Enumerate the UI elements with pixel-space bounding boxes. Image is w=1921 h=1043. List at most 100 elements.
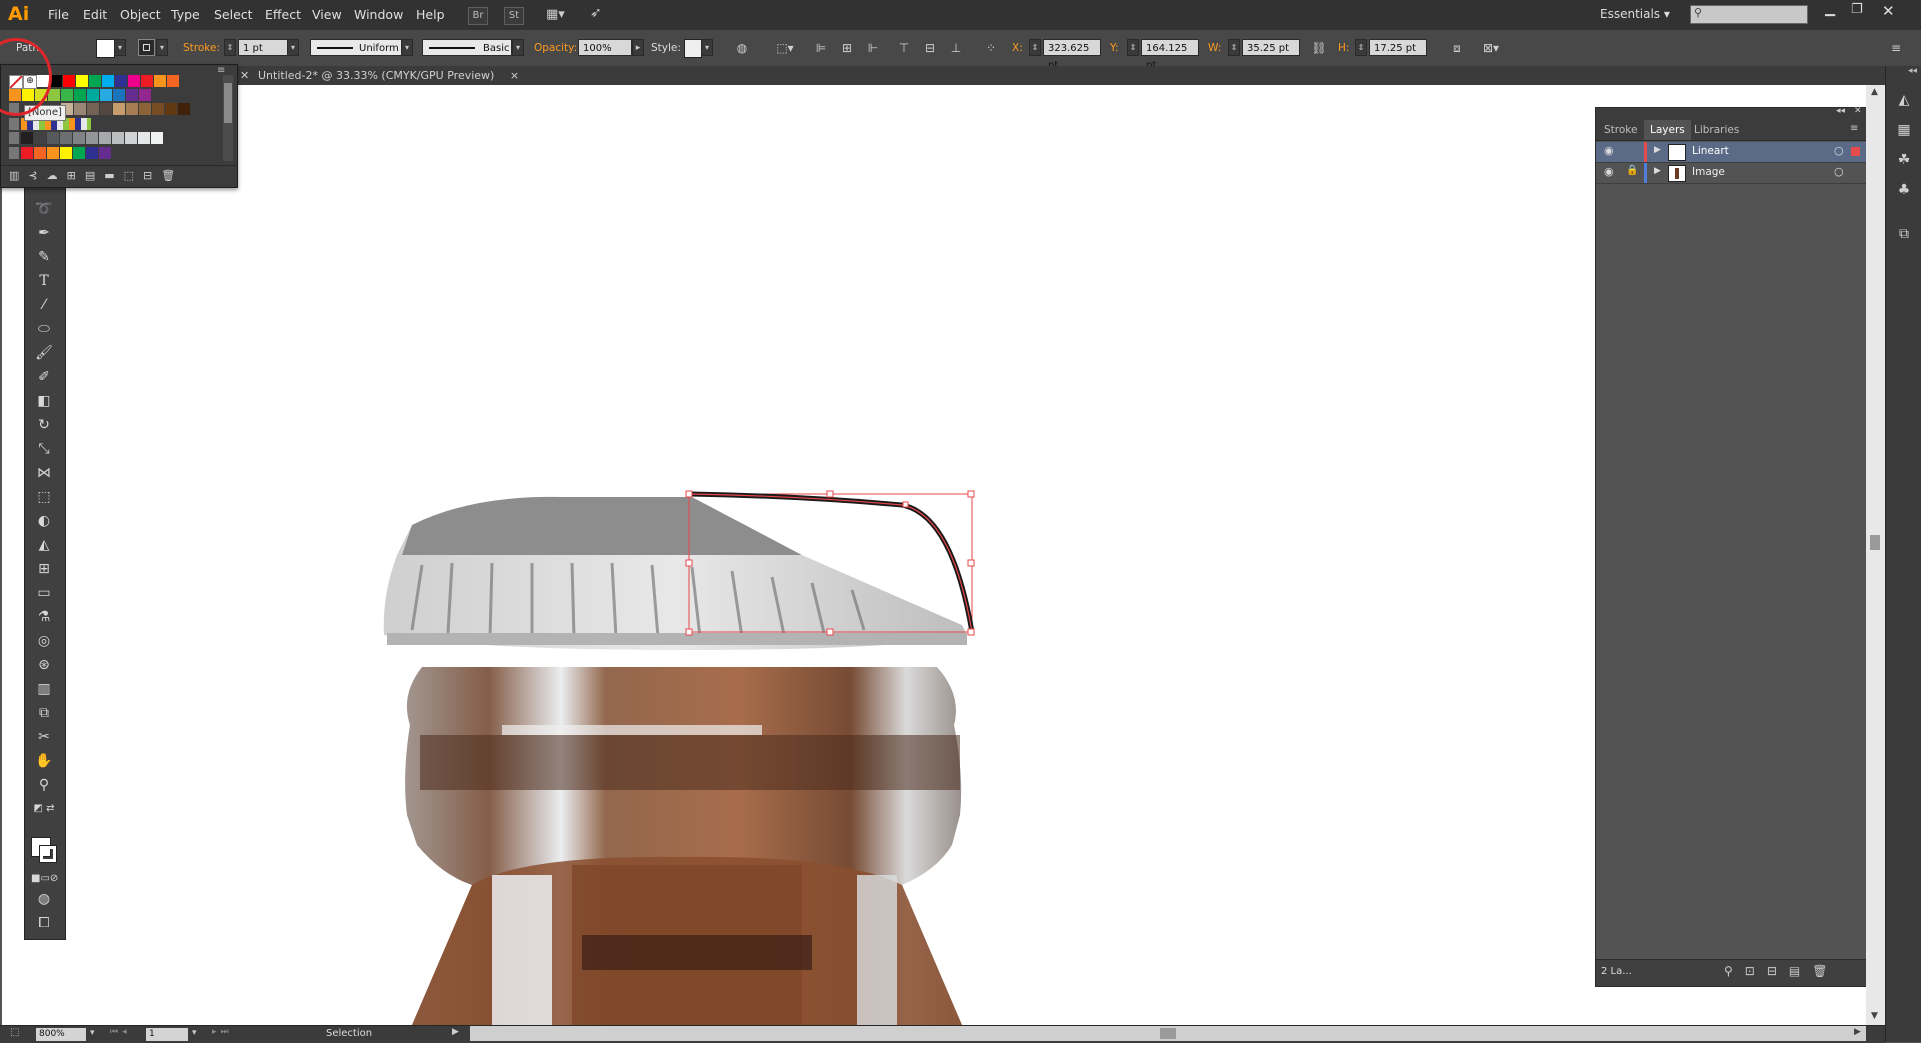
width-tool-icon[interactable]: ⋈ (31, 463, 57, 483)
scroll-down-icon[interactable]: ▼ (1871, 1011, 1878, 1021)
swatch[interactable] (138, 132, 150, 144)
swatch[interactable] (21, 132, 33, 144)
opacity-input[interactable]: 100% (578, 39, 632, 56)
swatch[interactable] (60, 132, 72, 144)
menu-effect[interactable]: Effect (265, 7, 301, 22)
swatch[interactable] (125, 132, 137, 144)
swatch[interactable] (34, 132, 46, 144)
layers-footer-icons[interactable]: ⚲⊡⊟▤🗑 (1724, 964, 1839, 978)
pen-tool-icon[interactable]: ✒ (31, 223, 57, 243)
dock-collapse-icon[interactable]: ◂◂ (1908, 66, 1917, 76)
stroke-weight-dropdown-icon[interactable]: ▾ (287, 39, 299, 56)
artboard-dropdown-icon[interactable]: ▾ (192, 1028, 197, 1038)
scroll-right-icon[interactable]: ▶ (1854, 1027, 1861, 1037)
horizontal-scrollbar[interactable]: ▶ (470, 1026, 1866, 1041)
swatch[interactable] (86, 132, 98, 144)
swatch[interactable] (167, 75, 179, 87)
swatch[interactable] (151, 132, 163, 144)
menu-help[interactable]: Help (416, 7, 445, 22)
y-stepper-icon[interactable]: ⇕ (1127, 39, 1139, 56)
stroke-weight-input[interactable]: 1 pt (238, 39, 288, 56)
swatch[interactable] (178, 103, 190, 115)
workspace-switcher[interactable]: Essentials ▾ (1600, 7, 1670, 21)
align-middle-icon[interactable]: ⊟ (921, 40, 939, 56)
swatch[interactable] (61, 89, 73, 101)
hand-tool-icon[interactable]: ✋ (31, 751, 57, 771)
swatch[interactable] (100, 89, 112, 101)
x-stepper-icon[interactable]: ⇕ (1029, 39, 1041, 56)
constrain-proportions-link-icon[interactable]: ⛓ (1310, 40, 1328, 56)
stroke-swatch[interactable] (138, 39, 155, 56)
tab-libraries[interactable]: Libraries (1688, 120, 1745, 140)
shape-builder-tool-icon[interactable]: ◐ (31, 511, 57, 531)
swatch[interactable] (154, 75, 166, 87)
layer-name[interactable]: Lineart (1692, 145, 1729, 157)
rotate-tool-icon[interactable]: ↻ (31, 415, 57, 435)
menu-object[interactable]: Object (120, 7, 161, 22)
scroll-up-icon[interactable]: ▲ (1871, 87, 1878, 97)
color-gradient-none-icon[interactable]: ■▭⊘ (31, 869, 57, 889)
swatch-scrollbar[interactable] (223, 75, 233, 161)
y-input[interactable]: 164.125 pt (1141, 39, 1199, 56)
restore-icon[interactable]: ❐ (1851, 2, 1863, 17)
swatch[interactable] (112, 132, 124, 144)
selection-indicator[interactable] (1851, 147, 1860, 156)
zoom-tool-icon[interactable]: ⚲ (31, 775, 57, 795)
swatch[interactable] (99, 147, 111, 159)
x-input[interactable]: 323.625 pt (1043, 39, 1101, 56)
bridge-button[interactable]: Br (468, 7, 488, 25)
lock-icon[interactable]: 🔒 (1626, 165, 1638, 176)
artboard-tool-icon[interactable]: ⧉ (31, 703, 57, 723)
draw-mode-icon[interactable]: ◍ (31, 889, 57, 909)
type-tool-icon[interactable]: T (31, 271, 57, 291)
document-tab[interactable]: Untitled-2* @ 33.33% (CMYK/GPU Preview) … (258, 66, 519, 85)
swatch[interactable] (152, 103, 164, 115)
swatch[interactable] (128, 75, 140, 87)
swatch[interactable] (102, 75, 114, 87)
arrange-documents-icon[interactable]: ▦▾ (546, 7, 574, 23)
swatch[interactable] (73, 147, 85, 159)
target-circle-icon[interactable]: ○ (1834, 144, 1844, 157)
w-label[interactable]: W: (1208, 42, 1221, 54)
stroke-color-dropdown-icon[interactable]: ▾ (156, 39, 168, 56)
style-dropdown-icon[interactable]: ▾ (701, 39, 713, 56)
layer-row-lineart[interactable]: ◉ ▶ Lineart ○ (1596, 142, 1866, 163)
w-stepper-icon[interactable]: ⇕ (1228, 39, 1240, 56)
properties-panel-icon[interactable]: ◭ (1895, 92, 1913, 110)
first-prev-artboard-icons[interactable]: ⏮◂ (110, 1027, 131, 1037)
w-input[interactable]: 35.25 pt (1242, 39, 1300, 56)
artboard-number-field[interactable]: 1 (146, 1028, 188, 1041)
visibility-eye-icon[interactable]: ◉ (1604, 165, 1614, 178)
mesh-tool-icon[interactable]: ⊞ (31, 559, 57, 579)
artboard-nav-icon[interactable]: ⬚ (10, 1027, 19, 1038)
close-icon[interactable]: ✕ (1882, 2, 1895, 20)
minimize-icon[interactable]: ▁ (1825, 2, 1835, 17)
expand-arrow-icon[interactable]: ▶ (1654, 166, 1661, 176)
swatch[interactable] (87, 89, 99, 101)
tab-close-icon[interactable]: × (510, 69, 519, 82)
menu-select[interactable]: Select (214, 7, 253, 22)
layer-name[interactable]: Image (1692, 166, 1725, 178)
y-label[interactable]: Y: (1110, 42, 1119, 54)
variable-width-profile-select[interactable]: Uniform (310, 39, 402, 56)
slice-tool-icon[interactable]: ✂ (31, 727, 57, 747)
swatch-panel-footer-icons[interactable]: ▥⊰☁⊞▤▬⬚⊟🗑 (1, 165, 237, 186)
stroke-weight-stepper-icon[interactable]: ⇕ (224, 39, 236, 56)
swatch[interactable] (47, 132, 59, 144)
swatch[interactable] (86, 147, 98, 159)
curvature-tool-icon[interactable]: ✎ (31, 247, 57, 267)
fill-swatch[interactable] (96, 39, 115, 58)
lasso-tool-icon[interactable]: ➰ (31, 199, 57, 219)
opacity-slider-icon[interactable]: ▸ (632, 39, 644, 56)
tab-layers[interactable]: Layers (1644, 120, 1691, 140)
align-to-icon[interactable]: ⬚▾ (776, 40, 794, 56)
swatch[interactable] (87, 103, 99, 115)
swatch[interactable] (126, 89, 138, 101)
x-label[interactable]: X: (1012, 42, 1023, 54)
align-center-icon[interactable]: ⊞ (838, 40, 856, 56)
free-transform-tool-icon[interactable]: ⬚ (31, 487, 57, 507)
fill-dropdown-icon[interactable]: ▾ (114, 39, 126, 56)
recolor-artwork-icon[interactable]: ◍ (733, 40, 751, 56)
isolate-selected-icon[interactable]: ⊠▾ (1482, 40, 1500, 56)
brush-definition-select[interactable]: Basic (422, 39, 512, 56)
